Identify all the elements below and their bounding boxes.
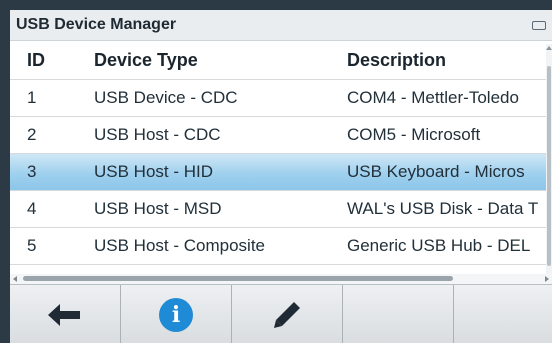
table-row-selected[interactable]: 3 USB Host - HID USB Keyboard - Micros [10,154,552,191]
cell-description: COM5 - Microsoft [347,125,481,144]
info-button[interactable]: i [121,285,232,343]
device-table: ID Device Type Description 1 USB Device … [10,41,552,265]
edit-button[interactable] [232,285,343,343]
cell-device-type: USB Host - Composite [94,236,265,255]
softkey-bar: i [10,284,552,343]
title-bar: USB Device Manager [10,10,552,41]
scroll-left-arrow-icon[interactable] [13,276,17,282]
table-row[interactable]: 5 USB Host - Composite Generic USB Hub -… [10,228,552,265]
horizontal-scrollbar[interactable] [10,274,552,284]
table-row[interactable]: 2 USB Host - CDC COM5 - Microsoft [10,117,552,154]
cell-device-type: USB Device - CDC [94,88,238,107]
window-title: USB Device Manager [16,16,177,33]
column-header-device-type[interactable]: Device Type [94,41,334,79]
info-icon: i [159,297,193,332]
column-header-description[interactable]: Description [347,41,547,79]
vertical-scroll-thumb[interactable] [547,66,551,266]
cell-description: Generic USB Hub - DEL [347,236,531,255]
cell-device-type: USB Host - HID [94,162,214,181]
softkey-empty-5[interactable] [454,285,552,343]
vertical-scrollbar[interactable] [546,44,552,274]
cell-id: 5 [27,236,37,255]
cell-device-type: USB Host - MSD [94,199,222,218]
cell-id: 3 [27,162,37,181]
edit-pencil-icon [274,301,300,328]
cell-id: 2 [27,125,37,144]
cell-device-type: USB Host - CDC [94,125,221,144]
cell-description: USB Keyboard - Micros [347,162,525,181]
cell-description: WAL's USB Disk - Data T [347,199,539,218]
window-state-icon[interactable] [532,21,546,30]
column-header-id[interactable]: ID [27,41,77,79]
softkey-empty-4[interactable] [343,285,454,343]
scroll-right-arrow-icon[interactable] [545,276,549,282]
horizontal-scroll-thumb[interactable] [23,276,453,281]
usb-device-manager-screen: USB Device Manager ID Device Type Descri… [10,10,552,343]
table-header-row: ID Device Type Description [10,41,552,80]
table-row[interactable]: 4 USB Host - MSD WAL's USB Disk - Data T [10,191,552,228]
back-button[interactable] [10,285,121,343]
scroll-up-arrow-icon[interactable] [546,46,552,50]
cell-id: 4 [27,199,37,218]
table-row[interactable]: 1 USB Device - CDC COM4 - Mettler-Toledo [10,80,552,117]
cell-description: COM4 - Mettler-Toledo [347,88,519,107]
cell-id: 1 [27,88,37,107]
back-arrow-icon [48,303,80,326]
